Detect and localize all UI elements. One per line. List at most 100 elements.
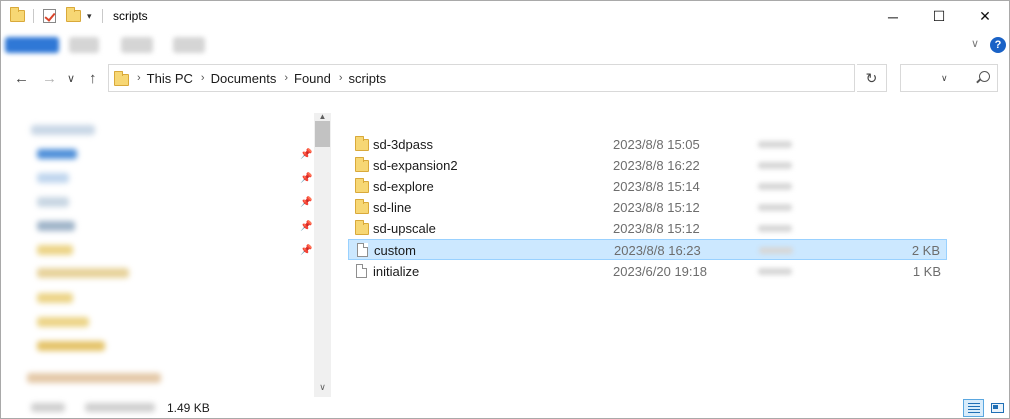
pin-icon[interactable]: 📌	[300, 198, 312, 208]
chevron-down-icon: ▾	[87, 10, 92, 21]
minimize-button[interactable]: ─	[870, 1, 916, 32]
list-item[interactable]: sd-3dpass 2023/8/8 15:05	[348, 134, 947, 155]
status-bar: 1.49 KB	[1, 397, 1009, 419]
nav-item-folder-4[interactable]	[37, 317, 89, 327]
close-button[interactable]: ✕	[962, 1, 1008, 32]
chevron-right-icon: ›	[137, 72, 141, 84]
file-date: 2023/6/20 19:18	[613, 264, 707, 279]
chevron-right-icon[interactable]: ›	[201, 72, 205, 84]
file-date: 2023/8/8 15:14	[613, 179, 700, 194]
list-item[interactable]: sd-line 2023/8/8 15:12	[348, 197, 947, 218]
minimize-icon: ─	[888, 8, 898, 25]
nav-item-downloads[interactable]	[37, 173, 69, 183]
ribbon-tab-share[interactable]	[121, 37, 153, 53]
file-type	[758, 268, 792, 275]
recent-locations-dropdown[interactable]: ∨	[67, 71, 75, 87]
list-item[interactable]: sd-expansion2 2023/8/8 16:22	[348, 155, 947, 176]
folder-icon	[355, 220, 369, 235]
search-icon	[979, 71, 990, 82]
file-type	[758, 183, 792, 190]
file-size: 1 KB	[912, 264, 941, 279]
nav-item-folder-1[interactable]	[37, 245, 73, 255]
back-button[interactable]: ←	[14, 71, 29, 87]
ribbon-tab-view[interactable]	[173, 37, 205, 53]
ribbon-tab-home[interactable]	[69, 37, 99, 53]
folder-icon	[355, 199, 369, 214]
file-name: custom	[374, 243, 416, 258]
file-icon	[356, 264, 367, 278]
refresh-icon: ↻	[865, 69, 878, 86]
maximize-icon: ☐	[932, 8, 946, 24]
file-date: 2023/8/8 15:12	[613, 200, 700, 215]
up-button[interactable]: ↑	[89, 71, 97, 87]
list-item[interactable]: initialize 2023/6/20 19:18 1 KB	[348, 261, 947, 282]
breadcrumb-documents[interactable]: Documents	[211, 71, 277, 86]
file-name: sd-upscale	[373, 221, 436, 236]
ribbon-tab-file[interactable]	[5, 37, 59, 53]
scroll-down-icon[interactable]: ∨	[314, 382, 331, 393]
nav-item-quick-access[interactable]	[31, 125, 95, 135]
file-date: 2023/8/8 16:23	[614, 243, 701, 258]
properties-check-icon[interactable]	[43, 7, 56, 25]
pin-icon[interactable]: 📌	[300, 174, 312, 184]
chevron-right-icon[interactable]: ›	[339, 72, 343, 84]
nav-item-folder-3[interactable]	[37, 293, 73, 303]
list-item[interactable]: sd-explore 2023/8/8 15:14	[348, 176, 947, 197]
details-view-icon	[967, 403, 980, 413]
pin-icon[interactable]: 📌	[300, 222, 312, 232]
nav-item-folder-5[interactable]	[37, 341, 105, 351]
folder-icon	[355, 178, 369, 193]
status-item-count	[31, 403, 65, 412]
pin-icon[interactable]: 📌	[300, 150, 312, 160]
maximize-button[interactable]: ☐	[916, 1, 962, 32]
help-icon: ?	[994, 39, 1002, 51]
status-selected-size: 1.49 KB	[167, 401, 210, 415]
quick-access-folder-icon[interactable]	[10, 7, 25, 25]
scroll-thumb[interactable]	[315, 121, 330, 147]
details-view-button[interactable]	[963, 399, 984, 417]
new-folder-icon[interactable]	[66, 7, 81, 25]
file-icon	[357, 243, 368, 257]
folder-icon	[355, 136, 369, 151]
nav-item-desktop[interactable]	[37, 149, 77, 159]
large-icons-view-button[interactable]	[987, 399, 1007, 417]
close-icon: ✕	[979, 8, 991, 24]
file-type	[759, 247, 793, 254]
nav-item-pictures[interactable]	[37, 221, 75, 231]
file-date: 2023/8/8 15:12	[613, 221, 700, 236]
forward-button[interactable]: →	[42, 71, 57, 87]
file-date: 2023/8/8 15:05	[613, 137, 700, 152]
window-title: scripts	[113, 9, 148, 23]
nav-item-cloud[interactable]	[27, 373, 161, 383]
nav-item-documents[interactable]	[37, 197, 69, 207]
folder-icon	[10, 7, 25, 22]
chevron-right-icon[interactable]: ›	[284, 72, 288, 84]
search-input[interactable]	[900, 64, 998, 92]
breadcrumb-scripts[interactable]: scripts	[349, 71, 387, 86]
nav-item-folder-2[interactable]	[37, 268, 129, 278]
refresh-button[interactable]: ↻	[857, 64, 887, 92]
title-bar: ▾ scripts ─ ☐ ✕	[1, 1, 1009, 32]
scroll-up-icon[interactable]: ▲	[314, 113, 331, 121]
breadcrumb-found[interactable]: Found	[294, 71, 331, 86]
file-name: sd-3dpass	[373, 137, 433, 152]
customize-quick-access-dropdown[interactable]: ▾	[87, 7, 92, 25]
address-bar[interactable]: › This PC › Documents › Found › scripts …	[108, 64, 948, 92]
file-name: sd-explore	[373, 179, 434, 194]
status-selected-count	[85, 403, 155, 412]
list-item[interactable]: sd-upscale 2023/8/8 15:12	[348, 218, 947, 239]
file-type	[758, 225, 792, 232]
help-button[interactable]: ?	[990, 37, 1006, 53]
large-icons-view-icon	[990, 403, 1004, 413]
folder-icon	[114, 70, 129, 86]
file-name: sd-expansion2	[373, 158, 458, 173]
list-item-selected[interactable]: custom 2023/8/8 16:23 2 KB	[348, 239, 947, 260]
navpane-scrollbar[interactable]: ▲ ∨	[314, 113, 331, 397]
explorer-window: ▾ scripts ─ ☐ ✕ ∨ ? ← → ∨ ↑ › This PC › …	[0, 0, 1010, 419]
title-separator	[102, 7, 103, 25]
pin-icon[interactable]: 📌	[300, 246, 312, 256]
file-type	[758, 204, 792, 211]
ribbon-collapse-chevron-icon[interactable]: ∨	[971, 37, 979, 50]
breadcrumb-this-pc[interactable]: This PC	[147, 71, 193, 86]
file-name: sd-line	[373, 200, 412, 215]
